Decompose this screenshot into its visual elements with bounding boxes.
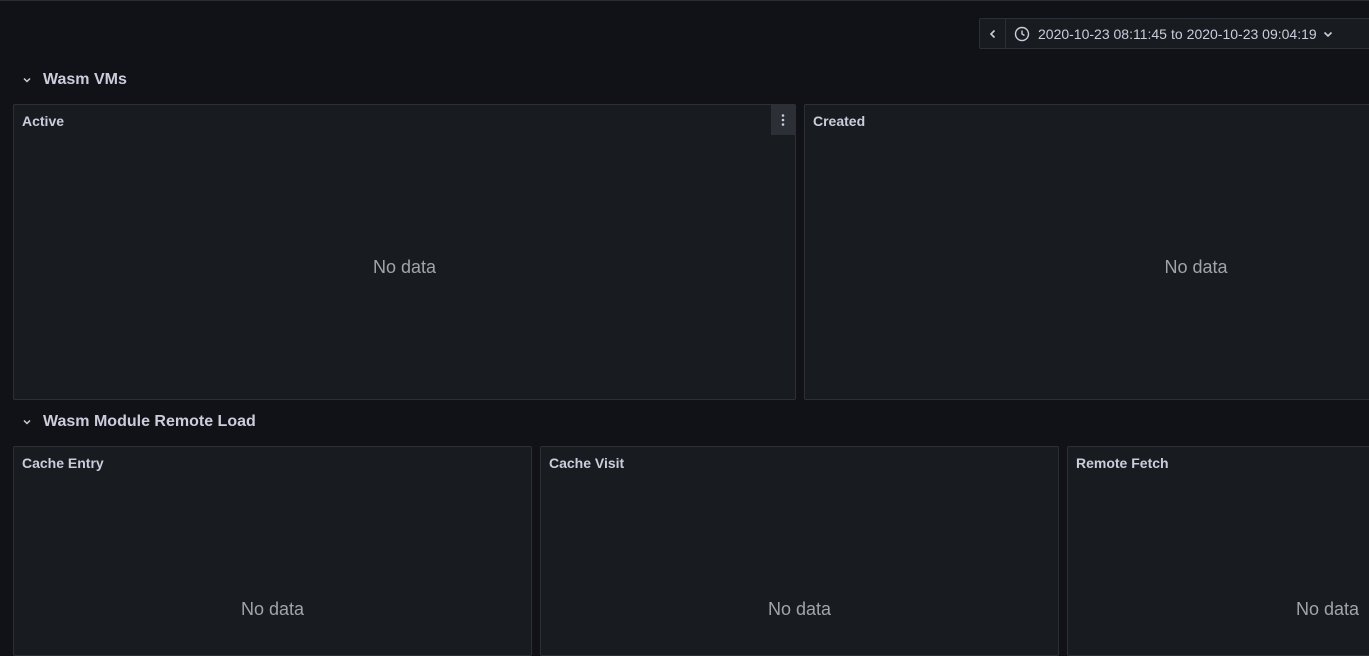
panel-title: Cache Visit [549,455,625,471]
panel-title: Cache Entry [22,455,104,471]
panel-title: Remote Fetch [1076,455,1169,471]
row-title: Wasm VMs [43,71,127,88]
clock-icon [1014,26,1030,41]
top-divider [0,0,1369,1]
time-range-button[interactable]: 2020-10-23 08:11:45 to 2020-10-23 09:04:… [1006,18,1369,49]
no-data-message: No data [767,599,832,619]
chevron-down-icon [21,74,33,86]
no-data-message: No data [372,257,437,277]
no-data-message: No data [1164,257,1228,277]
time-range-from: 2020-10-23 08:11:45 [1038,25,1167,42]
time-range-separator: to [1170,25,1183,42]
panel-title: Created [813,113,866,129]
panel-remote-fetch[interactable]: Remote Fetch No data [1067,446,1369,656]
time-picker: 2020-10-23 08:11:45 to 2020-10-23 09:04:… [979,18,1369,49]
panel-active[interactable]: Active No data [13,104,796,400]
panel-created[interactable]: Created No data [804,104,1369,400]
time-range-back-button[interactable] [979,18,1006,49]
no-data-message: No data [240,599,305,619]
no-data-message: No data [1295,599,1360,619]
time-range-to: 2020-10-23 09:04:19 [1186,25,1317,42]
chevron-left-icon [989,29,995,38]
panel-menu-button[interactable] [771,105,795,135]
panel-title: Active [22,113,65,129]
chevron-down-icon [1323,31,1332,37]
row-header-wasm-vms[interactable]: Wasm VMs [21,69,127,91]
panel-cache-visit[interactable]: Cache Visit No data [540,446,1059,656]
kebab-menu-icon [781,114,785,126]
row-header-wasm-module-remote-load[interactable]: Wasm Module Remote Load [21,411,256,433]
chevron-down-icon [21,416,33,428]
panel-cache-entry[interactable]: Cache Entry No data [13,446,532,656]
row-title: Wasm Module Remote Load [43,413,256,430]
